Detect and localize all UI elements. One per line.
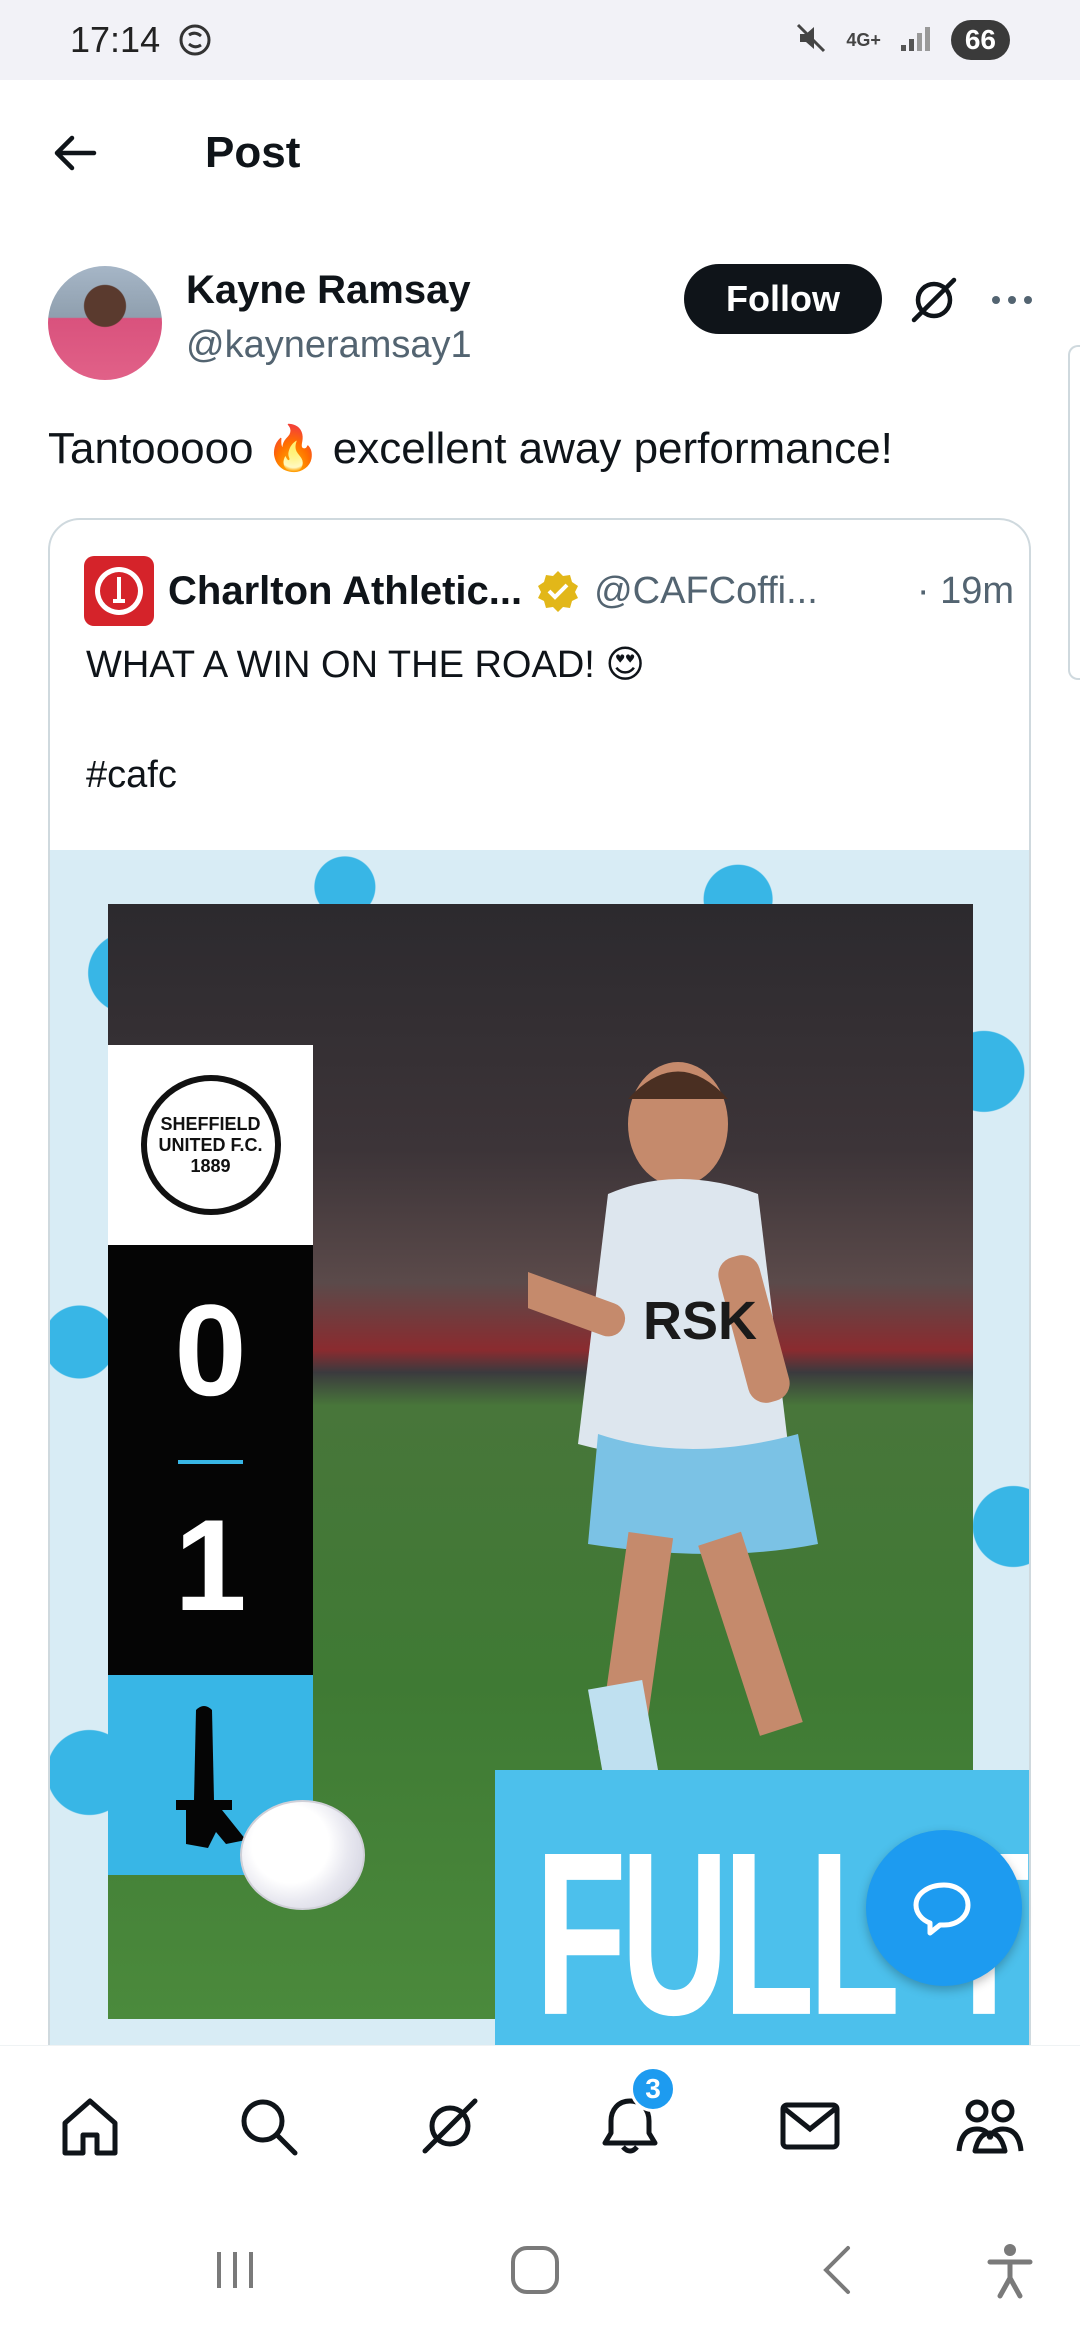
author-handle[interactable]: @kayneramsay1 xyxy=(186,324,472,367)
sync-icon xyxy=(178,23,212,57)
back-arrow-icon[interactable] xyxy=(50,128,100,178)
communities-icon[interactable] xyxy=(955,2091,1025,2161)
football xyxy=(240,1800,365,1910)
page-title: Post xyxy=(205,128,301,177)
home-button-icon[interactable] xyxy=(500,2235,570,2305)
reply-fab-button[interactable] xyxy=(866,1830,1022,1986)
quoted-text-line: WHAT A WIN ON THE ROAD! 😍 xyxy=(86,644,645,686)
status-time: 17:14 xyxy=(70,19,161,60)
author-row: Kayne Ramsay @kayneramsay1 Follow xyxy=(48,262,1048,382)
quoted-timestamp: · 19m xyxy=(916,569,1014,612)
author-name[interactable]: Kayne Ramsay xyxy=(186,268,471,313)
speech-bubble-icon xyxy=(913,1882,971,1936)
scoreboard: SHEFFIELD UNITED F.C. 1889 0 1 xyxy=(108,1045,313,1875)
score-panel: 0 1 xyxy=(108,1245,313,1675)
sheffield-crest: SHEFFIELD UNITED F.C. 1889 xyxy=(108,1045,313,1245)
quoted-author-name[interactable]: Charlton Athletic... xyxy=(168,569,522,614)
quoted-tweet[interactable]: Charlton Athletic... @CAFCoffi... · 19m … xyxy=(48,518,1031,2078)
grok-nav-icon[interactable] xyxy=(415,2091,485,2161)
player-figure: RSK xyxy=(528,1062,818,1808)
network-type: 4G+ xyxy=(846,30,881,50)
score-separator xyxy=(178,1460,243,1464)
quoted-author-handle[interactable]: @CAFCoffi... xyxy=(594,570,818,613)
more-options-icon[interactable] xyxy=(984,272,1040,328)
mute-icon xyxy=(794,21,828,60)
status-bar: 17:14 4G+ 66 xyxy=(0,0,1080,80)
recent-apps-icon[interactable] xyxy=(200,2235,270,2305)
away-score: 1 xyxy=(174,1492,247,1638)
home-score: 0 xyxy=(174,1277,247,1423)
signal-icon xyxy=(899,23,933,58)
charlton-logo-icon[interactable] xyxy=(84,556,154,626)
verified-badge-icon xyxy=(536,569,580,613)
search-icon[interactable] xyxy=(233,2091,303,2161)
bottom-navigation: 3 xyxy=(0,2045,1080,2195)
accessibility-icon[interactable] xyxy=(975,2235,1045,2305)
grok-icon[interactable] xyxy=(906,272,962,328)
back-button-icon[interactable] xyxy=(805,2235,875,2305)
system-navigation-bar xyxy=(0,2195,1080,2340)
post-header: Post xyxy=(0,80,1080,230)
sheffield-crest-icon: SHEFFIELD UNITED F.C. 1889 xyxy=(140,1075,281,1215)
battery-level: 66 xyxy=(950,20,1010,60)
follow-button[interactable]: Follow xyxy=(684,264,882,334)
quoted-hashtag[interactable]: #cafc xyxy=(86,754,177,797)
tweet-text: Tantooooo 🔥 excellent away performance! xyxy=(48,424,893,473)
messages-mail-icon[interactable] xyxy=(775,2091,845,2161)
home-icon[interactable] xyxy=(55,2091,125,2161)
notifications-badge: 3 xyxy=(630,2066,676,2112)
svg-text:RSK: RSK xyxy=(643,1291,757,1351)
scroll-indicator[interactable] xyxy=(1068,345,1080,680)
avatar[interactable] xyxy=(48,266,162,380)
quoted-tweet-header: Charlton Athletic... @CAFCoffi... · 19m xyxy=(84,556,1014,626)
